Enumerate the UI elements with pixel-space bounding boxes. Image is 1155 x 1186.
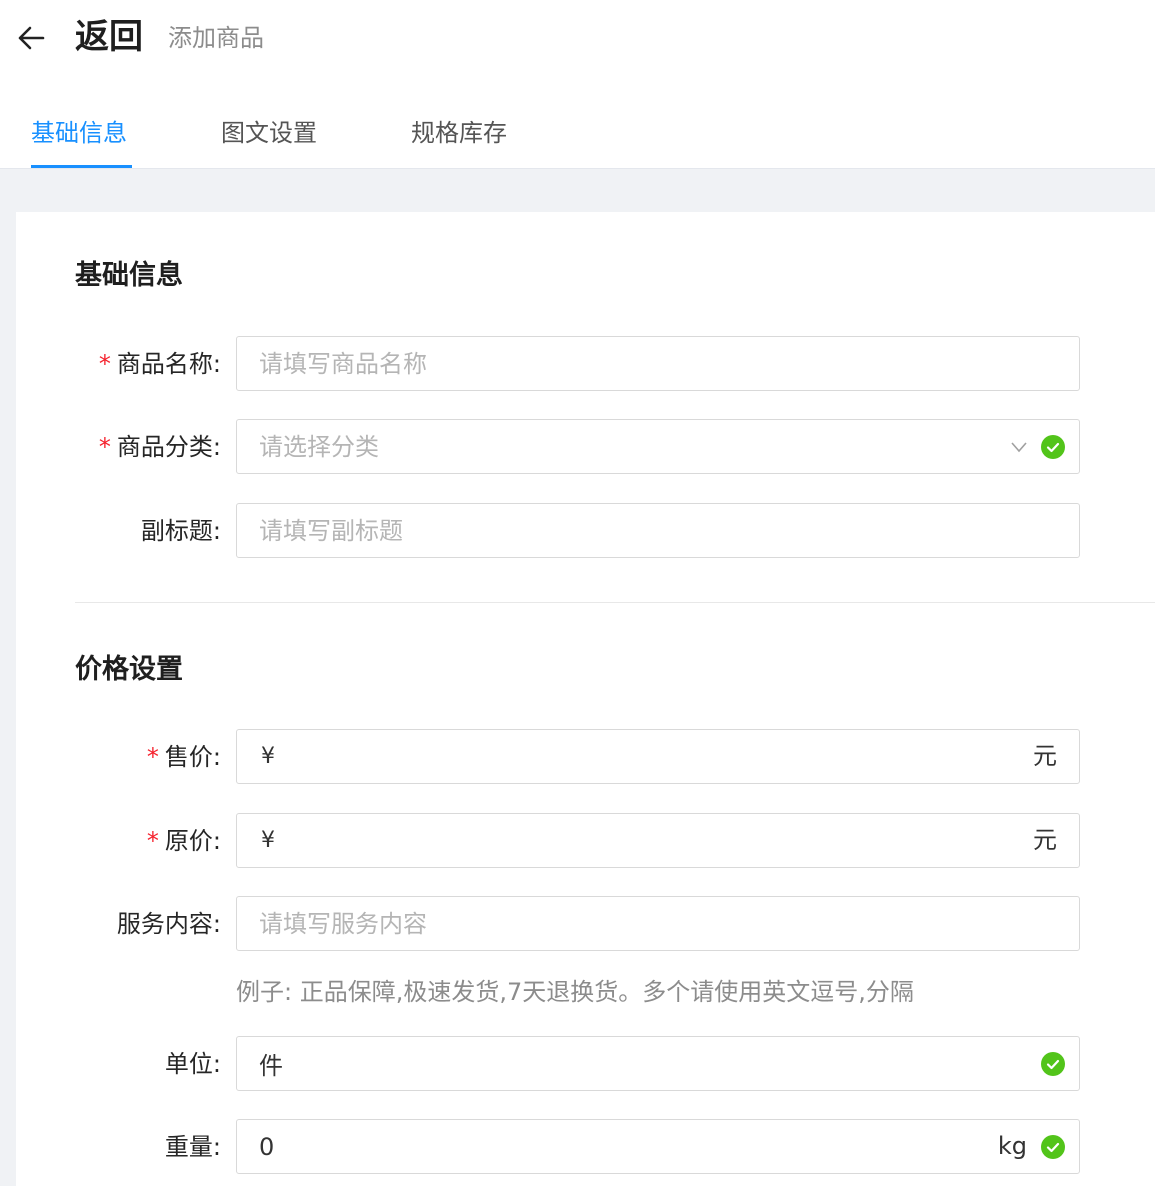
unit-suffix: 元 (1033, 826, 1057, 854)
subtitle-label: 副标题: (140, 517, 221, 545)
weight-field: kg (236, 1119, 1080, 1174)
original-price-field: ¥ 元 (236, 813, 1080, 868)
subtitle-field (236, 503, 1080, 558)
section-title-price: 价格设置 (75, 654, 183, 685)
active-tab-indicator (31, 165, 132, 168)
original-price-label: * 原价: (146, 827, 221, 855)
page-title: 添加商品 (168, 24, 264, 52)
unit-input[interactable] (237, 1037, 1079, 1090)
product-name-label: * 商品名称: (98, 350, 221, 378)
product-name-field (236, 336, 1080, 391)
subtitle-input[interactable] (237, 504, 1079, 557)
required-mark: * (98, 433, 111, 461)
chevron-down-icon (1011, 442, 1027, 453)
sale-price-field: ¥ 元 (236, 729, 1080, 784)
sale-price-input[interactable] (237, 730, 1079, 783)
service-input[interactable] (237, 897, 1079, 950)
tab-bar: 基础信息 图文设置 规格库存 (0, 110, 1155, 168)
service-label: 服务内容: (116, 910, 221, 938)
check-circle-icon (1041, 1135, 1065, 1159)
arrow-left-icon[interactable] (14, 20, 50, 56)
original-price-input[interactable] (237, 814, 1079, 867)
tab-image-text[interactable]: 图文设置 (221, 116, 317, 150)
category-label: * 商品分类: (98, 433, 221, 461)
back-button[interactable]: 返回 (75, 14, 143, 60)
form-card: 基础信息 *商品名称: *商品分类: 副标题: 价格设置 *售价: ¥ 元 *原… (16, 212, 1155, 1186)
page-header: 返回 添加商品 基础信息 图文设置 规格库存 (0, 0, 1155, 169)
section-title-basic: 基础信息 (75, 260, 183, 291)
check-circle-icon (1041, 435, 1065, 459)
service-hint: 例子: 正品保障,极速发货,7天退换货。多个请使用英文逗号,分隔 (236, 978, 914, 1006)
sale-price-label: * 售价: (146, 743, 221, 771)
unit-suffix: 元 (1033, 742, 1057, 770)
check-circle-icon (1041, 1052, 1065, 1076)
weight-label: 重量: (164, 1133, 221, 1161)
unit-field (236, 1036, 1080, 1091)
tab-basic-info[interactable]: 基础信息 (31, 116, 127, 150)
weight-unit-suffix: kg (997, 1132, 1027, 1160)
required-mark: * (98, 350, 111, 378)
section-divider (75, 602, 1155, 603)
product-name-input[interactable] (237, 337, 1079, 390)
service-field (236, 896, 1080, 951)
unit-label: 单位: (164, 1050, 221, 1078)
category-select-input[interactable] (237, 420, 1079, 473)
required-mark: * (146, 743, 159, 771)
required-mark: * (146, 827, 159, 855)
weight-input[interactable] (237, 1120, 1079, 1173)
category-select[interactable] (236, 419, 1080, 474)
tab-spec-stock[interactable]: 规格库存 (411, 116, 507, 150)
